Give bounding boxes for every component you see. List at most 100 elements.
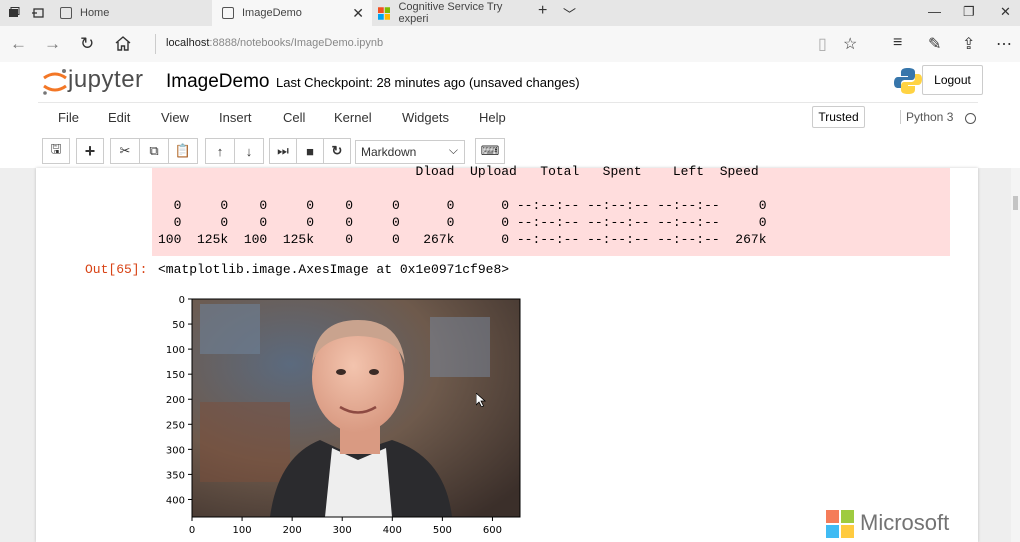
trusted-indicator[interactable]: Trusted (812, 106, 865, 128)
tab-label: Cognitive Service Try experi (398, 1, 503, 25)
save-button[interactable]: 🖫 (42, 138, 70, 164)
scrollbar-thumb[interactable] (1013, 196, 1018, 210)
move-up-button[interactable]: ↑ (205, 138, 235, 164)
page-icon (222, 7, 234, 19)
x-axis: 0 100 200 300 400 500 600 (189, 517, 502, 536)
command-palette-button[interactable]: ⌨ (475, 138, 505, 164)
browser-tab-bar: Home ImageDemo ✕ Cognitive Service Try e… (0, 0, 1020, 26)
step-forward-icon: ⏭ (277, 143, 289, 158)
refresh-icon[interactable]: ↻ (80, 34, 94, 54)
chevron-down-icon: ⌵ (448, 143, 458, 157)
minimize-icon[interactable]: — (928, 4, 941, 19)
photo-background (430, 317, 490, 377)
url-field[interactable]: localhost:8888/notebooks/ImageDemo.ipynb (166, 37, 383, 49)
divider (155, 34, 156, 54)
y-tick-label: 0 (179, 295, 185, 306)
y-tick-label: 50 (172, 320, 185, 331)
plus-icon: + (84, 140, 96, 161)
restart-icon: ↻ (331, 143, 343, 158)
y-tick-label: 200 (166, 395, 185, 406)
url-path: :8888/notebooks/ImageDemo.ipynb (209, 37, 384, 49)
cell-type-select[interactable]: Markdown ⌵ (355, 140, 465, 164)
mouse-cursor-icon (476, 393, 486, 407)
arrow-up-icon: ↑ (216, 143, 224, 159)
copy-button[interactable]: ⧉ (139, 138, 169, 164)
run-button[interactable]: ⏭ (269, 138, 297, 164)
paste-icon: 📋 (174, 143, 192, 158)
stderr-line: 100 125k 100 125k 0 0 267k 0 --:--:-- --… (158, 232, 767, 247)
tab-cognitive-service[interactable]: Cognitive Service Try experi (374, 0, 530, 26)
url-host: localhost (166, 37, 210, 49)
more-icon[interactable]: ⋯ (996, 34, 1012, 54)
stop-icon: ■ (306, 143, 314, 159)
reading-view-icon[interactable]: ▯ (818, 34, 827, 54)
scissors-icon: ✂ (119, 143, 131, 158)
x-tick-label: 200 (283, 525, 302, 536)
set-aside-tabs-icon[interactable] (32, 7, 44, 19)
y-tick-label: 400 (166, 495, 185, 506)
close-tab-icon[interactable]: ✕ (352, 5, 364, 22)
tab-imagedemo[interactable]: ImageDemo ✕ (212, 0, 372, 26)
kernel-idle-icon (965, 113, 976, 124)
notebook-toolbar: 🖫 + ✂ ⧉ 📋 ↑ ↓ ⏭ ■ ↻ Markdown ⌵ ⌨ (38, 138, 978, 166)
new-tab-icon[interactable]: + (538, 2, 547, 20)
tab-home[interactable]: Home (50, 0, 210, 26)
x-tick-label: 0 (189, 525, 195, 536)
menu-view[interactable]: View (161, 110, 189, 125)
back-icon[interactable]: ← (10, 34, 27, 54)
kernel-name[interactable]: Python 3 (900, 110, 953, 124)
image-plot: 0 50 100 150 200 250 300 350 400 0 100 200 300 400 50… (166, 295, 521, 536)
restore-icon[interactable]: ❐ (963, 4, 975, 20)
menu-help[interactable]: Help (479, 110, 506, 125)
share-icon[interactable]: ⇪ (962, 34, 975, 54)
photo (192, 299, 520, 517)
x-tick-label: 100 (233, 525, 252, 536)
paste-button[interactable]: 📋 (168, 138, 198, 164)
y-tick-label: 350 (166, 470, 185, 481)
copy-icon: ⧉ (149, 143, 159, 158)
menu-insert[interactable]: Insert (219, 110, 252, 125)
move-down-button[interactable]: ↓ (234, 138, 264, 164)
photo-background (200, 304, 260, 354)
save-icon: 🖫 (50, 141, 62, 156)
hub-icon[interactable]: ≡ (893, 34, 902, 52)
x-tick-label: 600 (483, 525, 502, 536)
menu-bar: File Edit View Insert Cell Kernel Widget… (38, 102, 978, 132)
menu-cell[interactable]: Cell (283, 110, 305, 125)
y-tick-label: 300 (166, 445, 185, 456)
notebook-name[interactable]: ImageDemo (166, 71, 270, 93)
stderr-line: Dload Upload Total Spent Left Speed (158, 164, 759, 179)
y-tick-label: 100 (166, 345, 185, 356)
scrollbar[interactable] (1011, 168, 1020, 542)
microsoft-icon (378, 6, 391, 20)
jupyter-logo-icon[interactable] (40, 67, 70, 97)
home-icon[interactable] (115, 36, 131, 51)
tab-list-chevron-icon[interactable]: ﹀ (563, 4, 576, 23)
tab-manager-icon[interactable] (8, 7, 20, 19)
microsoft-watermark: Microsoft (860, 510, 950, 535)
address-bar: ← → ↻ localhost:8888/notebooks/ImageDemo… (0, 26, 1020, 62)
cut-button[interactable]: ✂ (110, 138, 140, 164)
menu-file[interactable]: File (58, 110, 79, 125)
logout-button[interactable]: Logout (922, 65, 983, 95)
restart-button[interactable]: ↻ (323, 138, 351, 164)
photo-background (200, 402, 290, 482)
insert-cell-button[interactable]: + (76, 138, 104, 164)
tab-label: Home (80, 7, 110, 19)
forward-icon[interactable]: → (44, 34, 61, 54)
menu-edit[interactable]: Edit (108, 110, 130, 125)
checkpoint-status: Last Checkpoint: 28 minutes ago (unsaved… (276, 75, 580, 90)
menu-widgets[interactable]: Widgets (402, 110, 449, 125)
stderr-line: 0 0 0 0 0 0 0 0 --:--:-- --:--:-- --:--:… (158, 198, 767, 213)
microsoft-logo-icon (826, 510, 854, 538)
interrupt-button[interactable]: ■ (296, 138, 324, 164)
arrow-down-icon: ↓ (245, 143, 253, 159)
cell-type-value: Markdown (361, 145, 417, 159)
y-tick-label: 150 (166, 370, 185, 381)
close-window-icon[interactable]: ✕ (1000, 4, 1011, 20)
keyboard-icon: ⌨ (480, 143, 500, 158)
menu-kernel[interactable]: Kernel (334, 110, 372, 125)
favorite-star-icon[interactable]: ☆ (843, 34, 857, 54)
pen-icon[interactable]: ✎ (928, 34, 941, 54)
python-logo-icon (894, 68, 922, 94)
